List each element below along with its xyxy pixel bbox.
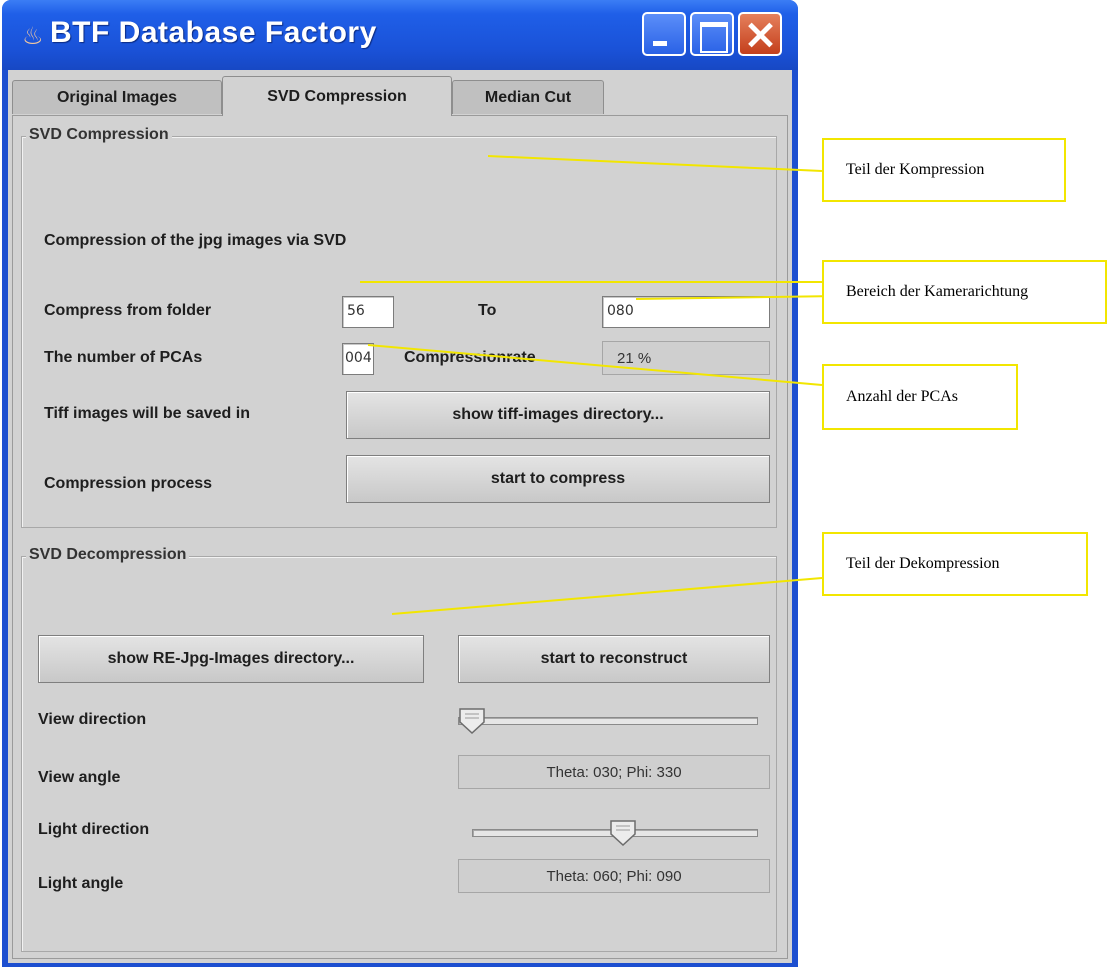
show-re-jpg-directory-button[interactable]: show RE-Jpg-Images directory... [38,635,424,683]
compress-from-folder-label: Compress from folder [44,302,212,319]
show-tiff-directory-button[interactable]: show tiff-images directory... [346,391,770,439]
number-of-pcas-label: The number of PCAs [44,349,203,366]
view-direction-slider[interactable] [458,717,758,725]
view-direction-label: View direction [38,711,147,728]
annotation-pca-count: Anzahl der PCAs [822,364,1018,430]
start-reconstruct-button[interactable]: start to reconstruct [458,635,770,683]
maximize-button[interactable] [690,12,734,56]
compressionrate-label: Compressionrate [404,349,536,366]
annotation-camera-range: Bereich der Kamerarichtung [822,260,1107,324]
compressionrate-readout: 21 % [602,341,770,375]
from-folder-input[interactable]: 56 [342,296,394,328]
tab-svd-compression[interactable]: SVD Compression [222,76,452,116]
tab-median-cut[interactable]: Median Cut [452,80,604,114]
tab-original-images[interactable]: Original Images [12,80,222,114]
view-angle-label: View angle [38,769,121,786]
annotation-compression-part: Teil der Kompression [822,138,1066,202]
java-cup-icon: ♨ [22,22,44,50]
to-label: To [478,302,497,319]
light-direction-label: Light direction [38,821,150,838]
compression-process-label: Compression process [44,475,213,492]
decompression-group-title: SVD Decompression [26,546,190,564]
annotation-decompression-part: Teil der Dekompression [822,532,1088,596]
window-client-area: Original Images SVD Compression Median C… [8,70,792,963]
compression-group-title: SVD Compression [26,126,172,144]
pcas-input[interactable]: 004 [342,343,374,375]
light-angle-label: Light angle [38,875,124,892]
view-direction-slider-thumb[interactable] [458,708,486,734]
compression-group: SVD Compression Compression of the jpg i… [21,126,777,528]
light-angle-readout: Theta: 060; Phi: 090 [458,859,770,893]
view-angle-readout: Theta: 030; Phi: 330 [458,755,770,789]
compression-description: Compression of the jpg images via SVD [44,232,347,249]
app-window: ♨ BTF Database Factory Original Images S… [2,0,798,967]
tab-content-panel: SVD Compression Compression of the jpg i… [12,115,788,959]
start-compress-button[interactable]: start to compress [346,455,770,503]
to-folder-input[interactable]: 080 [602,296,770,328]
window-title: BTF Database Factory [50,16,377,49]
light-direction-slider-thumb[interactable] [609,820,637,846]
tiff-saved-label: Tiff images will be saved in [44,405,250,422]
title-bar[interactable]: ♨ BTF Database Factory [2,0,798,70]
minimize-button[interactable] [642,12,686,56]
decompression-group: SVD Decompression show RE-Jpg-Images dir… [21,546,777,952]
close-button[interactable] [738,12,782,56]
